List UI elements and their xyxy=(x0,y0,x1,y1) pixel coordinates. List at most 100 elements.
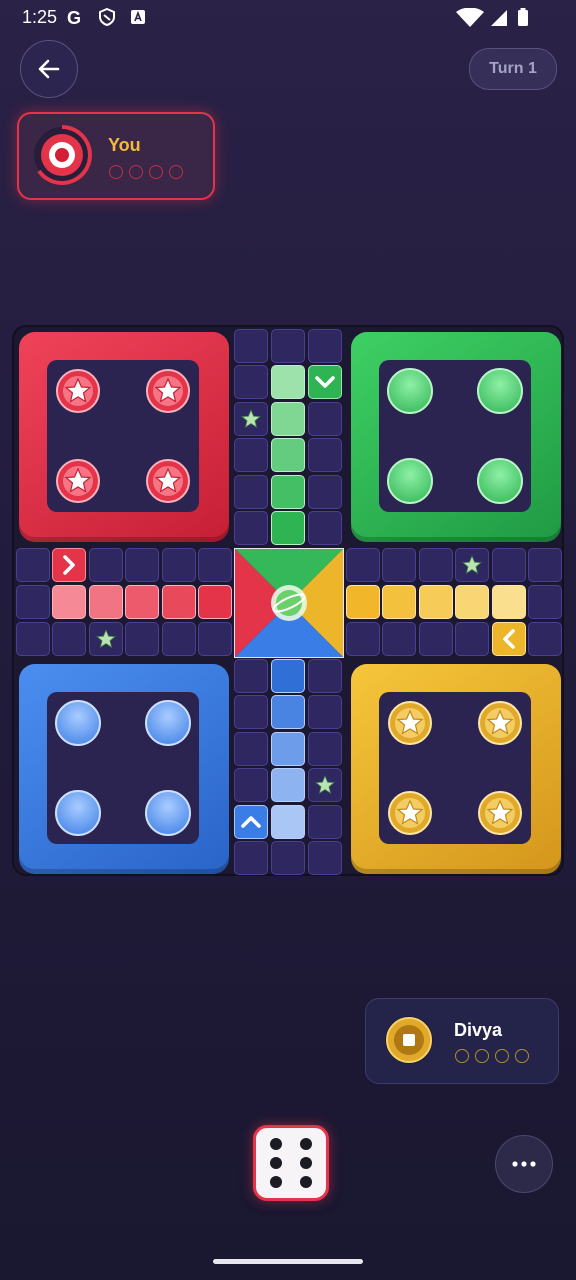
token-progress-dots xyxy=(455,1049,529,1063)
track-cell xyxy=(455,622,489,656)
status-time: 1:25 xyxy=(22,7,58,27)
yellow-home-path-cell xyxy=(382,585,416,619)
blue-start-cell xyxy=(234,805,268,839)
red-home-path-cell xyxy=(89,585,123,619)
red-token[interactable] xyxy=(145,368,191,414)
dice-pip xyxy=(300,1157,312,1169)
yellow-token[interactable] xyxy=(387,700,433,746)
blue-home-path-cell xyxy=(271,732,305,766)
green-token-slot xyxy=(387,368,433,414)
player-avatar xyxy=(34,125,92,185)
green-home-path-cell xyxy=(271,365,305,399)
blue-home xyxy=(19,664,229,874)
track-cell xyxy=(308,659,342,693)
blue-home-path-cell xyxy=(271,659,305,693)
track-cell xyxy=(271,841,305,875)
planet-icon xyxy=(271,585,307,621)
green-start-cell xyxy=(308,365,342,399)
more-horizontal-icon xyxy=(512,1161,536,1167)
track-cell xyxy=(234,438,268,472)
yellow-token[interactable] xyxy=(477,700,523,746)
back-button[interactable] xyxy=(20,40,78,98)
track-cell xyxy=(52,622,86,656)
red-token[interactable] xyxy=(145,458,191,504)
battery-icon xyxy=(518,10,528,26)
track-cell xyxy=(528,585,562,619)
track-cell xyxy=(234,768,268,802)
track-cell xyxy=(346,548,380,582)
blue-home-path-cell xyxy=(271,695,305,729)
track-cell xyxy=(125,548,159,582)
star-icon xyxy=(95,628,117,649)
red-start-cell xyxy=(52,548,86,582)
dice-pip xyxy=(270,1157,282,1169)
track-cell xyxy=(382,548,416,582)
blue-token-slot xyxy=(145,790,191,836)
track-cell xyxy=(419,548,453,582)
player-avatar xyxy=(385,1016,433,1064)
turn-indicator: Turn 1 xyxy=(469,48,557,90)
blue-token-slot xyxy=(55,700,101,746)
yellow-token[interactable] xyxy=(387,790,433,836)
star-icon xyxy=(461,554,483,575)
green-home-path-cell xyxy=(271,511,305,545)
track-cell xyxy=(308,329,342,363)
track-cell xyxy=(234,659,268,693)
track-cell xyxy=(16,585,50,619)
yellow-token[interactable] xyxy=(477,790,523,836)
dice-pip xyxy=(300,1176,312,1188)
yellow-home-path-cell xyxy=(346,585,380,619)
track-cell xyxy=(89,548,123,582)
dice-button[interactable] xyxy=(253,1125,329,1201)
track-cell xyxy=(234,841,268,875)
yellow-home-path-cell xyxy=(492,585,526,619)
track-cell xyxy=(308,732,342,766)
track-cell xyxy=(162,548,196,582)
google-icon: G xyxy=(67,8,82,28)
track-cell xyxy=(419,622,453,656)
track-cell xyxy=(198,548,232,582)
track-cell xyxy=(271,329,305,363)
yellow-home xyxy=(351,664,561,874)
track-cell xyxy=(234,475,268,509)
track-cell xyxy=(308,438,342,472)
player-card-you: You xyxy=(17,112,215,200)
track-cell xyxy=(234,732,268,766)
green-home-path-cell xyxy=(271,475,305,509)
safe-cell xyxy=(89,622,123,656)
track-cell xyxy=(382,622,416,656)
red-home-path-cell xyxy=(162,585,196,619)
red-home xyxy=(19,332,229,542)
green-home xyxy=(351,332,561,542)
track-cell xyxy=(308,511,342,545)
red-token[interactable] xyxy=(55,458,101,504)
blue-home-path-cell xyxy=(271,805,305,839)
shield-icon xyxy=(99,8,115,26)
green-home-path-cell xyxy=(271,402,305,436)
red-home-path-cell xyxy=(198,585,232,619)
star-icon xyxy=(240,408,262,429)
red-token[interactable] xyxy=(55,368,101,414)
red-home-path-cell xyxy=(52,585,86,619)
track-cell xyxy=(234,365,268,399)
track-cell xyxy=(528,622,562,656)
safe-cell xyxy=(308,768,342,802)
track-cell xyxy=(234,695,268,729)
track-cell xyxy=(492,548,526,582)
safe-cell xyxy=(455,548,489,582)
dice-pip xyxy=(270,1176,282,1188)
dice-pip xyxy=(270,1138,282,1150)
green-home-path-cell xyxy=(271,438,305,472)
font-icon xyxy=(131,10,145,24)
track-cell xyxy=(308,841,342,875)
track-cell xyxy=(308,695,342,729)
track-cell xyxy=(308,475,342,509)
more-menu-button[interactable] xyxy=(495,1135,553,1193)
wifi-icon xyxy=(456,7,484,27)
token-progress-dots xyxy=(109,165,183,179)
status-right-icons xyxy=(454,7,540,33)
green-token-slot xyxy=(477,458,523,504)
track-cell xyxy=(346,622,380,656)
yellow-start-cell xyxy=(492,622,526,656)
blue-token-slot xyxy=(55,790,101,836)
